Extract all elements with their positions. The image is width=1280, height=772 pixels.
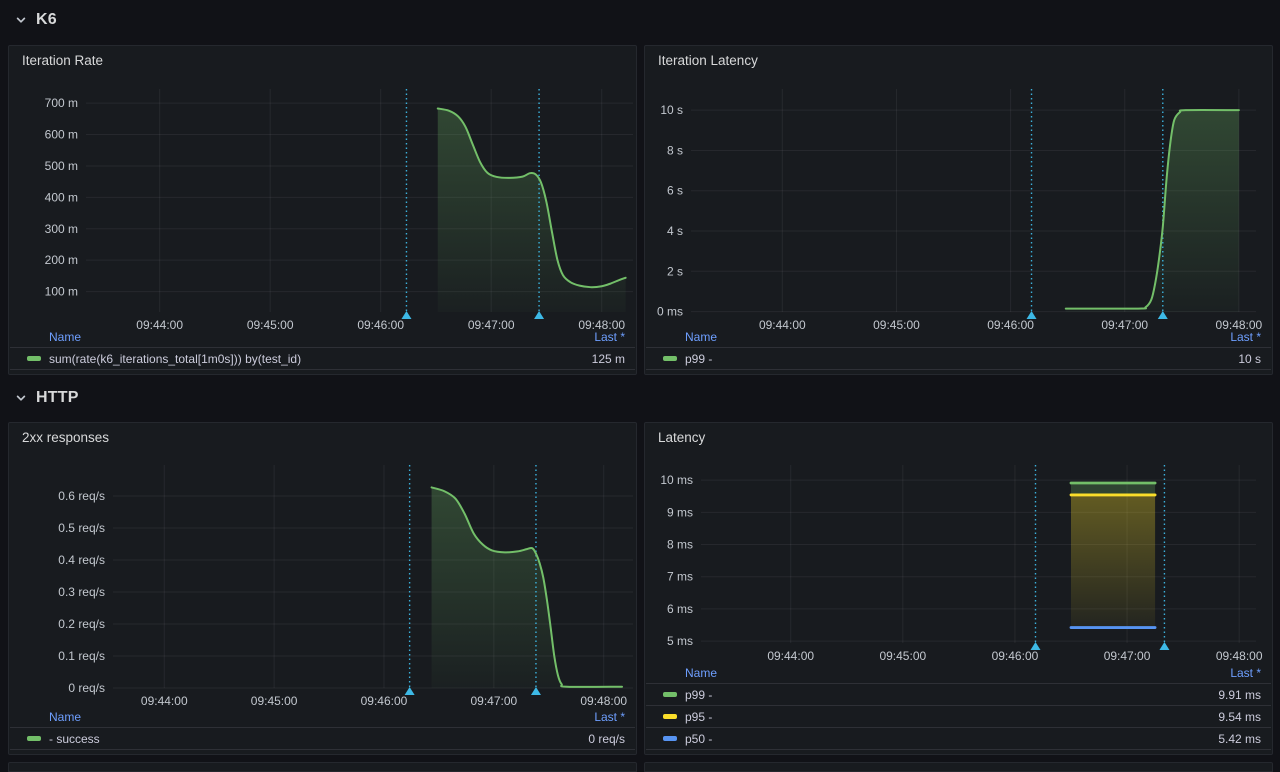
legend: Name Last * - success 0 req/s (10, 709, 635, 750)
series-name[interactable]: - success (49, 732, 100, 746)
series-name[interactable]: p99 - (685, 688, 712, 702)
series-last-value: 10 s (1226, 352, 1261, 366)
series-name[interactable]: p95 - (685, 710, 712, 724)
legend: Name Last * sum(rate(k6_iterations_total… (10, 329, 635, 370)
svg-text:0.4 req/s: 0.4 req/s (58, 553, 105, 567)
svg-text:100 m: 100 m (45, 285, 78, 299)
svg-text:09:47:00: 09:47:00 (1104, 649, 1151, 663)
legend-last-header[interactable]: Last * (594, 330, 625, 344)
svg-text:10 s: 10 s (660, 103, 683, 117)
svg-text:9 ms: 9 ms (667, 505, 693, 519)
panel-title[interactable]: Iteration Latency (658, 53, 758, 68)
svg-text:200 m: 200 m (45, 253, 78, 267)
series-color-swatch (663, 714, 677, 719)
panel-next-row-left (8, 762, 637, 772)
svg-text:7 ms: 7 ms (667, 570, 693, 584)
series-name[interactable]: p50 - (685, 732, 712, 746)
svg-text:09:46:00: 09:46:00 (992, 649, 1039, 663)
svg-text:6 ms: 6 ms (667, 602, 693, 616)
panel-title[interactable]: 2xx responses (22, 430, 109, 445)
svg-text:700 m: 700 m (45, 96, 78, 110)
panel-next-row-right (644, 762, 1273, 772)
svg-text:2 s: 2 s (667, 264, 683, 278)
panel-iteration-rate: Iteration Rate 100 m 200 m 300 m 400 m 500 m… (8, 45, 637, 375)
series-color-swatch (663, 692, 677, 697)
svg-text:8 s: 8 s (667, 143, 683, 157)
legend-name-header[interactable]: Name (685, 330, 717, 344)
legend-name-header[interactable]: Name (685, 666, 717, 680)
timeseries-chart-latency[interactable]: 5 ms 6 ms 7 ms 8 ms 9 ms 10 ms 09:44:00 09:45:0… (645, 423, 1274, 671)
series-name[interactable]: sum(rate(k6_iterations_total[1m0s])) by(… (49, 352, 301, 366)
series-last-value: 5.42 ms (1206, 732, 1261, 746)
legend: Name Last * p99 - 9.91 ms p95 - 9.54 ms … (646, 665, 1271, 750)
series-last-value: 125 m (580, 352, 625, 366)
svg-text:10 ms: 10 ms (660, 473, 693, 487)
svg-text:0 ms: 0 ms (657, 305, 683, 319)
svg-text:0.5 req/s: 0.5 req/s (58, 521, 105, 535)
svg-text:0 req/s: 0 req/s (68, 681, 105, 695)
panel-title[interactable]: Latency (658, 430, 705, 445)
svg-text:400 m: 400 m (45, 190, 78, 204)
legend: Name Last * p99 - 10 s (646, 329, 1271, 370)
legend-row[interactable]: p95 - 9.54 ms (646, 705, 1271, 727)
legend-row[interactable]: p99 - 10 s (646, 347, 1271, 369)
svg-text:0.2 req/s: 0.2 req/s (58, 617, 105, 631)
svg-text:0.6 req/s: 0.6 req/s (58, 489, 105, 503)
svg-text:09:45:00: 09:45:00 (879, 649, 926, 663)
legend-row[interactable]: sum(rate(k6_iterations_total[1m0s])) by(… (10, 347, 635, 369)
panel-iteration-latency: Iteration Latency 0 ms2 s4 s6 s8 s10 s09… (644, 45, 1273, 375)
svg-text:09:44:00: 09:44:00 (767, 649, 814, 663)
svg-text:09:44:00: 09:44:00 (141, 694, 188, 708)
series-color-swatch (27, 736, 41, 741)
timeseries-chart-iteration-rate[interactable]: 100 m200 m300 m400 m500 m600 m700 m09:44… (9, 46, 638, 340)
timeseries-chart-2xx-responses[interactable]: 0 req/s 0.1 req/s 0.2 req/s 0.3 req/s 0.4 re… (9, 423, 638, 716)
panel-2xx-responses: 2xx responses 0 req/s0.1 req/s0.2 req/s0… (8, 422, 637, 755)
panel-latency: Latency 5 ms 6 ms 7 ms 8 ms 9 ms 10 ms 09:44:0… (644, 422, 1273, 755)
legend-name-header[interactable]: Name (49, 330, 81, 344)
legend-row[interactable]: p50 - 5.42 ms (646, 727, 1271, 749)
svg-text:09:45:00: 09:45:00 (251, 694, 298, 708)
section-title[interactable]: HTTP (36, 389, 79, 407)
legend-last-header[interactable]: Last * (594, 710, 625, 724)
svg-text:0.3 req/s: 0.3 req/s (58, 585, 105, 599)
svg-text:6 s: 6 s (667, 184, 683, 198)
svg-text:09:47:00: 09:47:00 (470, 694, 517, 708)
panel-title[interactable]: Iteration Rate (22, 53, 103, 68)
svg-text:600 m: 600 m (45, 128, 78, 142)
chevron-down-icon[interactable] (15, 14, 27, 26)
chevron-down-icon[interactable] (15, 392, 27, 404)
section-header-k6[interactable]: K6 (15, 11, 57, 29)
legend-row[interactable]: - success 0 req/s (10, 727, 635, 749)
svg-text:300 m: 300 m (45, 222, 78, 236)
section-header-http[interactable]: HTTP (15, 389, 79, 407)
svg-text:0.1 req/s: 0.1 req/s (58, 649, 105, 663)
legend-last-header[interactable]: Last * (1230, 330, 1261, 344)
svg-text:4 s: 4 s (667, 224, 683, 238)
svg-text:09:46:00: 09:46:00 (361, 694, 408, 708)
section-title[interactable]: K6 (36, 11, 57, 29)
svg-text:8 ms: 8 ms (667, 538, 693, 552)
series-color-swatch (663, 736, 677, 741)
svg-text:09:48:00: 09:48:00 (1216, 649, 1263, 663)
timeseries-chart-iteration-latency[interactable]: 0 ms2 s4 s6 s8 s10 s09:44:0009:45:0009:4… (645, 46, 1274, 340)
legend-name-header[interactable]: Name (49, 710, 81, 724)
legend-last-header[interactable]: Last * (1230, 666, 1261, 680)
series-color-swatch (27, 356, 41, 361)
series-last-value: 0 req/s (576, 732, 625, 746)
svg-text:5 ms: 5 ms (667, 634, 693, 648)
svg-text:500 m: 500 m (45, 159, 78, 173)
series-last-value: 9.91 ms (1206, 688, 1261, 702)
svg-text:09:48:00: 09:48:00 (580, 694, 627, 708)
legend-row[interactable]: p99 - 9.91 ms (646, 683, 1271, 705)
series-last-value: 9.54 ms (1206, 710, 1261, 724)
series-color-swatch (663, 356, 677, 361)
series-name[interactable]: p99 - (685, 352, 712, 366)
